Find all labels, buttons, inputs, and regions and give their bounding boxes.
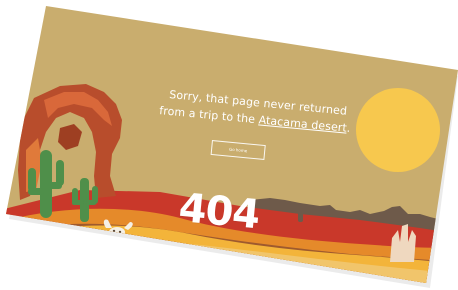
error-page: Sorry, that page never returned from a t…	[0, 0, 458, 290]
sun	[356, 88, 440, 172]
error-code-404: 404	[176, 185, 262, 239]
cactus-distant	[298, 208, 303, 222]
